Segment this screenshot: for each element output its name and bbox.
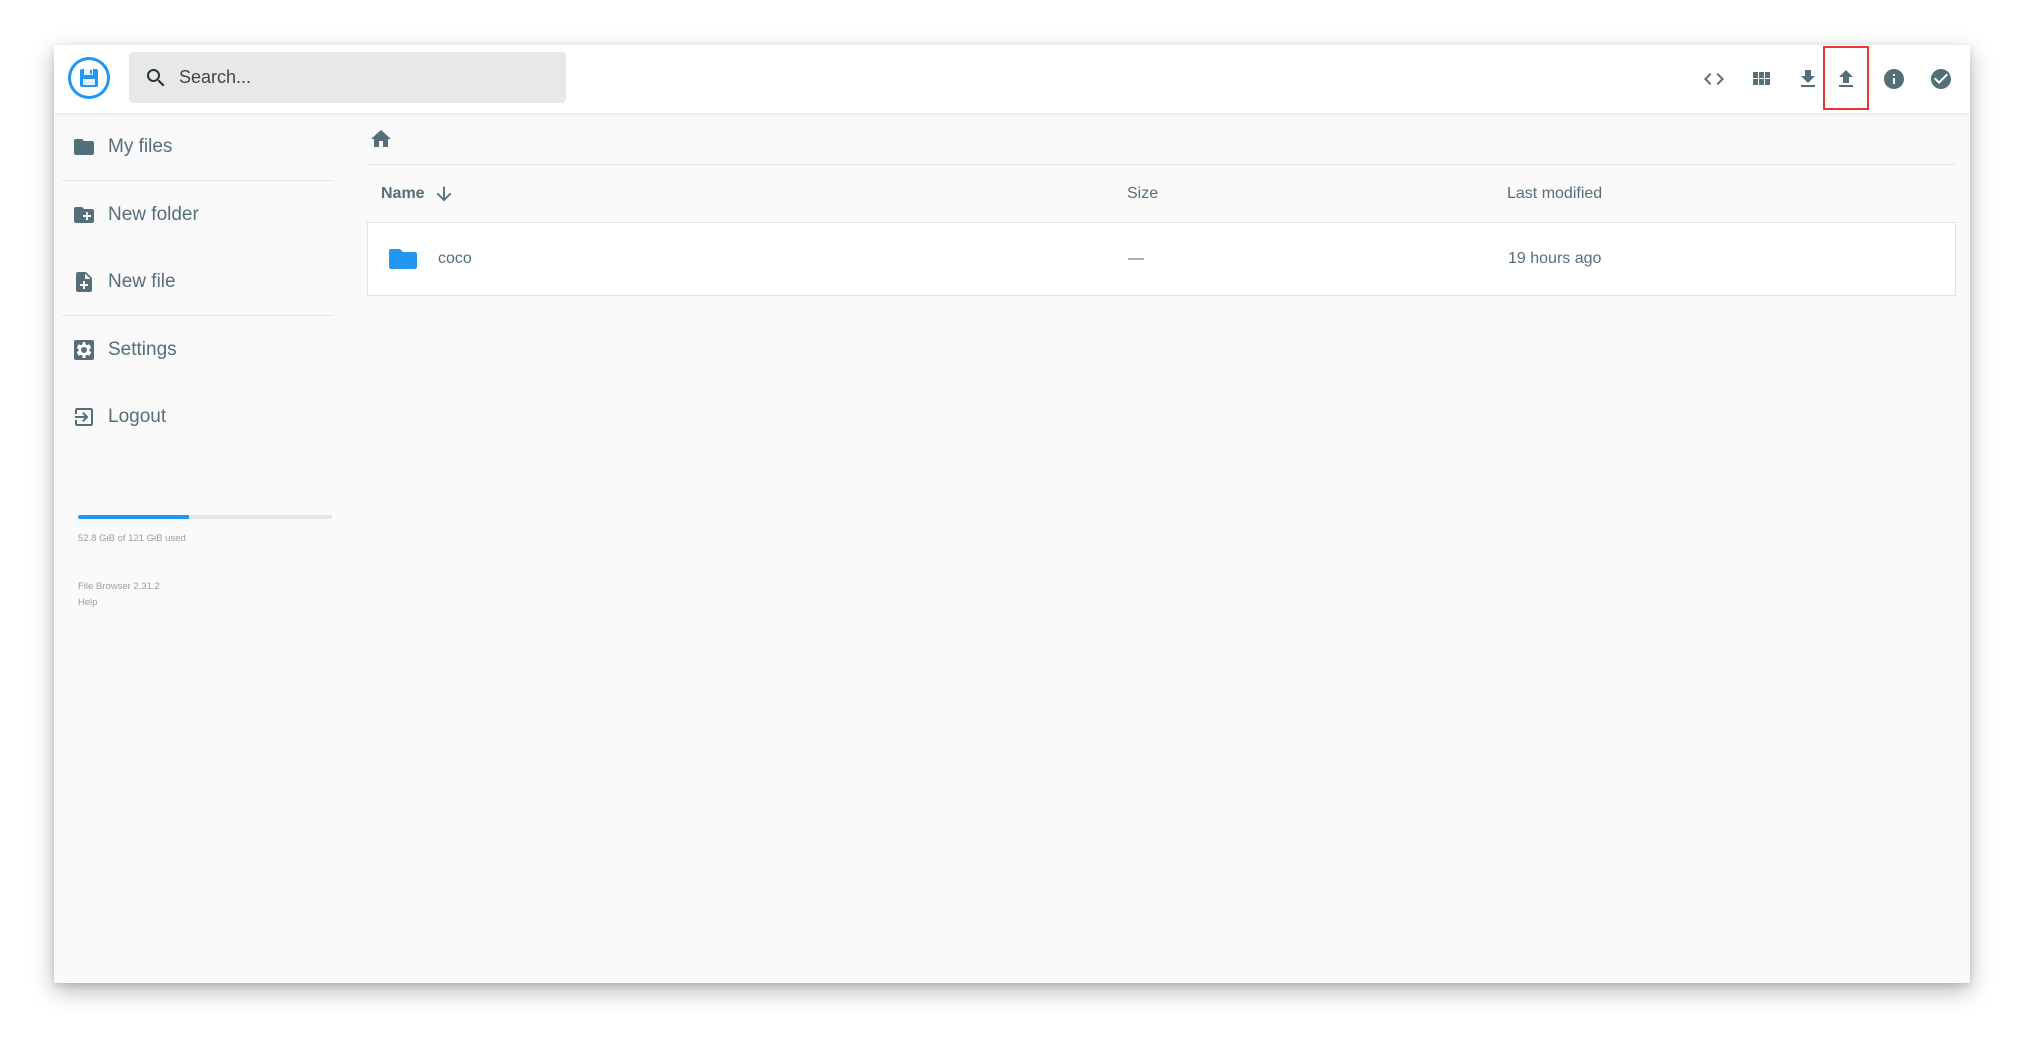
sidebar-item-logout[interactable]: Logout (54, 383, 334, 450)
sidebar: My files New folder New file Settings Lo… (54, 113, 334, 608)
info-icon (1884, 69, 1904, 89)
quota-progress-bar (78, 515, 332, 519)
create-new-folder-icon (72, 203, 96, 227)
credits: File Browser 2.31.2 Help (78, 579, 160, 611)
column-modified-header[interactable]: Last modified (1507, 185, 1956, 203)
grid-icon (1753, 72, 1770, 85)
arrow-down-icon (433, 183, 455, 205)
exit-icon (72, 405, 96, 429)
note-add-icon (72, 270, 96, 294)
column-size-header[interactable]: Size (1127, 185, 1507, 203)
sidebar-item-label: My files (108, 135, 173, 157)
floppy-disk-icon (80, 69, 98, 87)
sidebar-item-label: New file (108, 270, 176, 292)
sidebar-item-settings[interactable]: Settings (54, 316, 334, 383)
upload-highlight-box (1823, 46, 1869, 110)
file-listing: Name Size Last modified coco — 19 hours … (367, 113, 1956, 296)
select-multiple-button[interactable] (1921, 59, 1961, 99)
quota-progress-fill (78, 515, 189, 519)
app-window: My files New folder New file Settings (54, 45, 1970, 983)
breadcrumb (367, 113, 1956, 165)
info-button[interactable] (1874, 59, 1914, 99)
folder-icon (72, 135, 96, 159)
sidebar-item-new-file[interactable]: New file (54, 248, 334, 315)
download-button[interactable] (1788, 59, 1828, 99)
file-size: — (1128, 250, 1144, 267)
search-icon (143, 65, 169, 91)
folder-icon (388, 247, 418, 271)
sidebar-item-new-folder[interactable]: New folder (54, 181, 334, 248)
file-name: coco (438, 250, 472, 267)
version-text: File Browser 2.31.2 (78, 581, 160, 592)
check-circle-icon (1931, 69, 1951, 89)
code-view-icon (1704, 73, 1724, 85)
sidebar-item-label: Logout (108, 405, 167, 427)
app-logo[interactable] (68, 57, 110, 99)
quota-text: 52.8 GiB of 121 GiB used (78, 533, 186, 544)
list-item[interactable]: coco — 19 hours ago (367, 222, 1956, 296)
file-modified: 19 hours ago (1508, 250, 1602, 267)
grid-view-button[interactable] (1741, 59, 1781, 99)
column-name-header[interactable]: Name (367, 183, 1127, 205)
home-icon[interactable] (369, 127, 393, 151)
storage-quota: 52.8 GiB of 121 GiB used (78, 515, 332, 544)
settings-icon (72, 338, 96, 362)
sidebar-item-label: Settings (108, 338, 177, 360)
sidebar-item-my-files[interactable]: My files (54, 113, 334, 180)
top-bar (54, 45, 1970, 113)
sidebar-item-label: New folder (108, 203, 199, 225)
help-link[interactable]: Help (78, 595, 160, 611)
search-box[interactable] (129, 52, 566, 103)
list-header: Name Size Last modified (367, 165, 1956, 222)
switch-view-button[interactable] (1694, 59, 1734, 99)
download-icon (1801, 70, 1815, 87)
search-input[interactable] (177, 66, 541, 89)
